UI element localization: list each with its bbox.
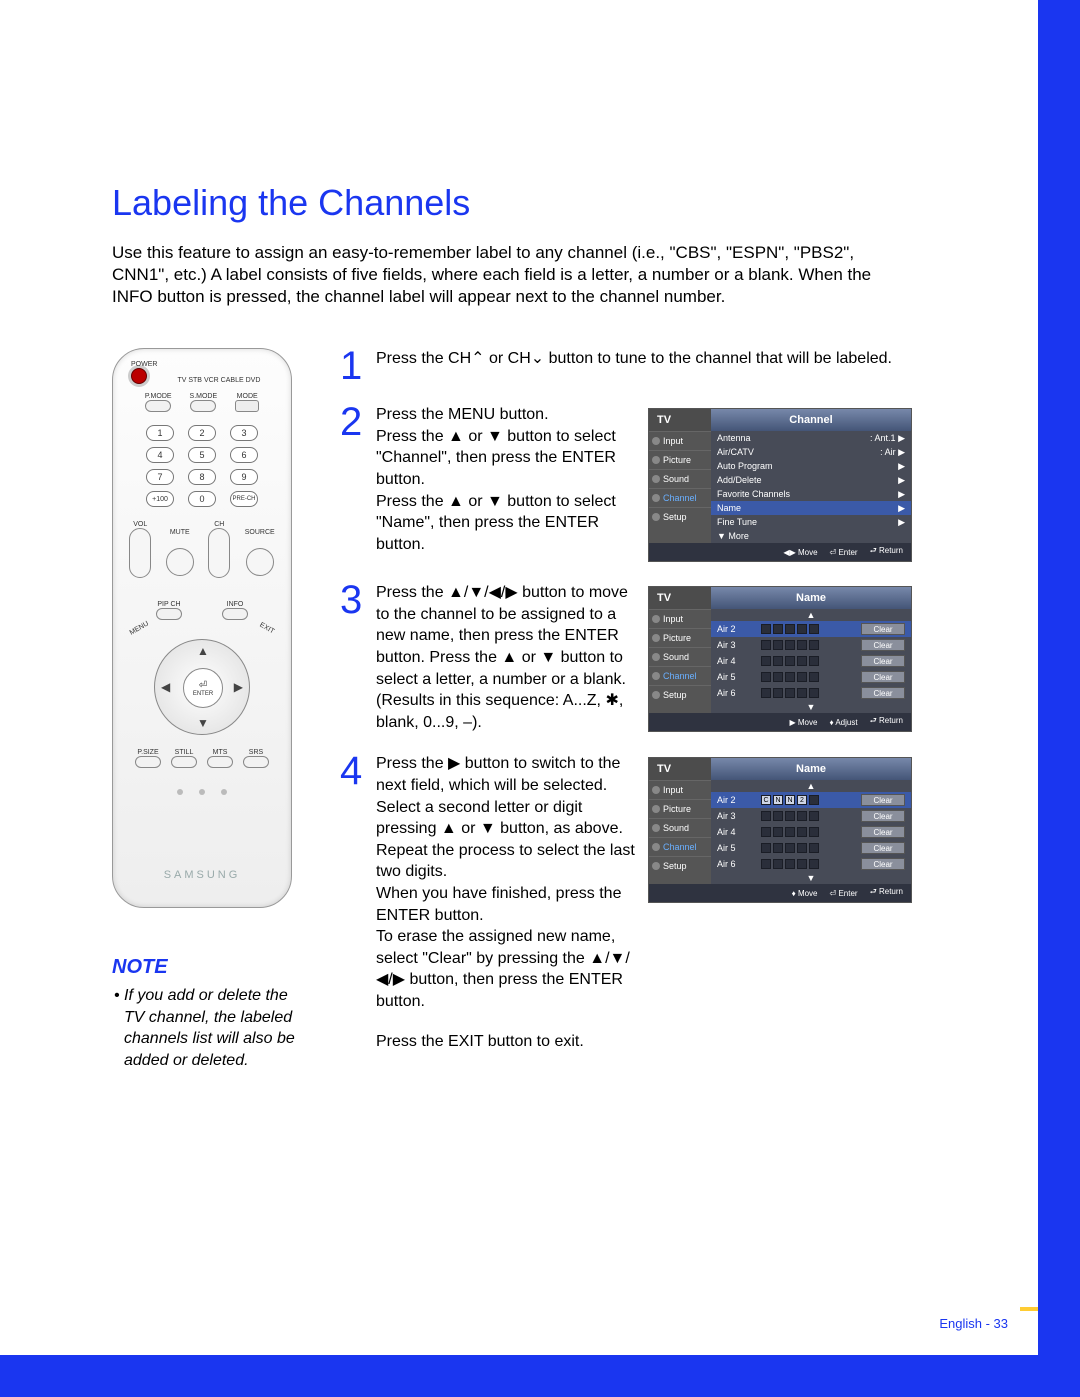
page-border-bottom (0, 1355, 1080, 1397)
intro-text: Use this feature to assign an easy-to-re… (112, 242, 912, 308)
osd-channel-menu: TVChannel Input Picture Sound Channel Se… (648, 408, 912, 562)
final-line: Press the EXIT button to exit. (376, 1033, 992, 1051)
pmode-btn (145, 400, 171, 412)
note-heading: NOTE (112, 956, 312, 979)
note-body: • If you add or delete the TV channel, t… (112, 985, 312, 1071)
osd-name-filled: TVName Input Picture Sound Channel Setup… (648, 757, 912, 903)
exit-label: EXIT (259, 622, 276, 636)
step-4: 4 Press the ▶ button to switch to the ne… (340, 753, 992, 1012)
page-tab-marker (1020, 1307, 1038, 1311)
step-2: 2 Press the MENU button. Press the ▲ or … (340, 404, 992, 562)
bottom-row: P.SIZE STILL MTS SRS (113, 749, 291, 768)
mute-btn (166, 548, 194, 576)
vol-rocker (129, 528, 151, 578)
page-title: Labeling the Channels (112, 182, 992, 224)
pipch-btn (156, 608, 182, 620)
page-number: English - 33 (939, 1316, 1008, 1331)
remote-illustration: POWER TV STB VCR CABLE DVD P.MODE S.MODE… (112, 348, 292, 908)
dpad: ▲ ▼ ◀ ▶ ⏎ENTER (113, 639, 291, 735)
ch-rocker (208, 528, 230, 578)
number-pad: 123 456 789 +1000PRE-CH (113, 425, 291, 507)
page-border-right (1038, 0, 1080, 1397)
step-3: 3 Press the ▲/▼/◀/▶ button to move to th… (340, 582, 992, 733)
mode-labels: TV STB VCR CABLE DVD (177, 377, 260, 384)
menu-label: MENU (129, 621, 150, 637)
mode-btn (235, 400, 259, 412)
brand-label: SAMSUNG (113, 869, 291, 881)
info-btn (222, 608, 248, 620)
power-label: POWER (131, 361, 157, 368)
power-button-icon (131, 368, 147, 384)
osd-name-blank: TVName Input Picture Sound Channel Setup… (648, 586, 912, 732)
step-1: 1 Press the CH⌃ or CH⌄ button to tune to… (340, 348, 992, 384)
page-content: Labeling the Channels Use this feature t… (112, 72, 992, 1072)
smode-btn (190, 400, 216, 412)
source-btn (246, 548, 274, 576)
